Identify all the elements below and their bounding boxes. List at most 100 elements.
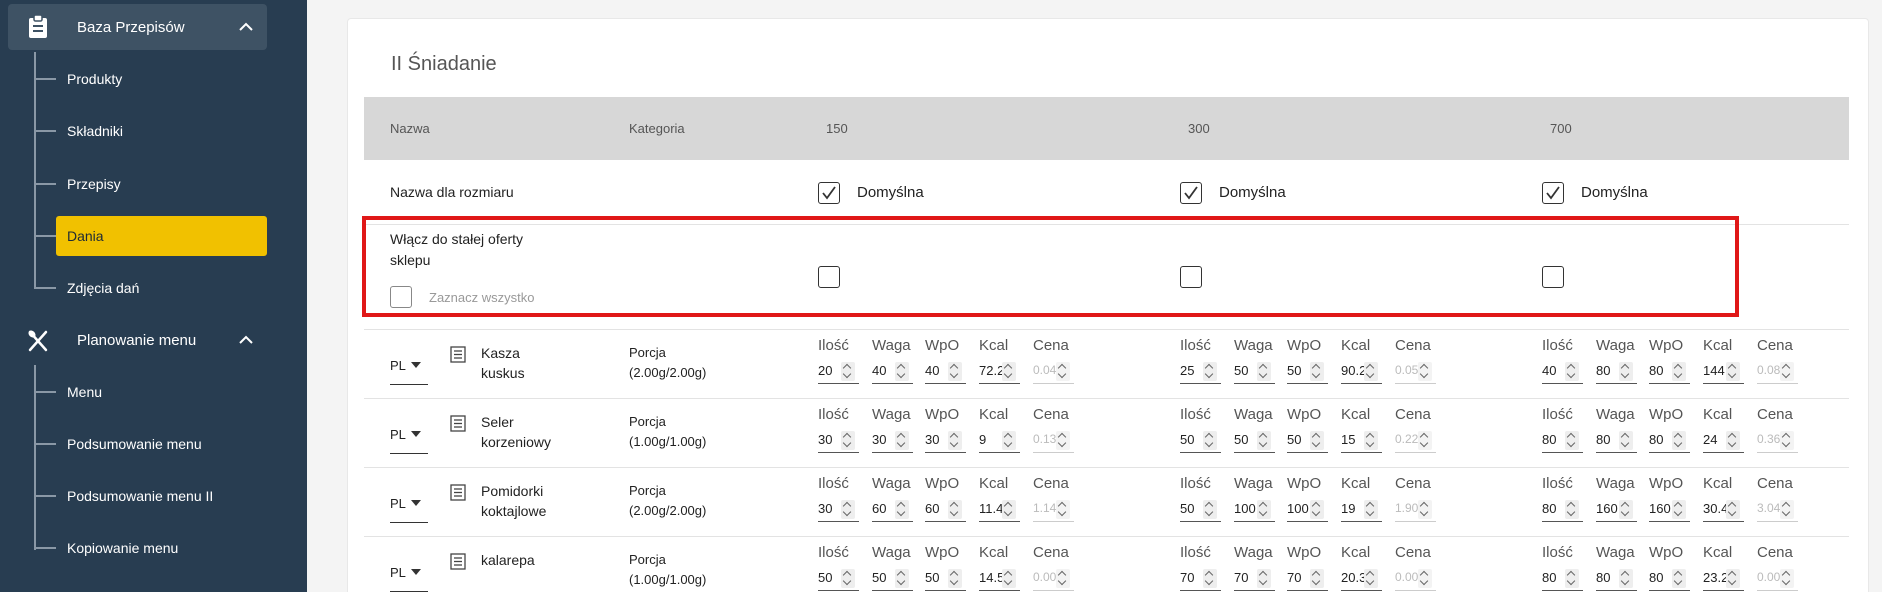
quantity-input[interactable]: 30 (818, 429, 859, 453)
stepper-icon[interactable] (1780, 362, 1794, 381)
stepper-icon[interactable] (1619, 569, 1633, 588)
stepper-icon[interactable] (1619, 362, 1633, 381)
quantity-input[interactable]: 9 (979, 429, 1020, 453)
quantity-input[interactable]: 25 (1180, 360, 1221, 384)
quantity-input[interactable]: 80 (1542, 429, 1583, 453)
quantity-input[interactable]: 70 (1180, 567, 1221, 591)
stepper-icon[interactable] (1726, 362, 1740, 381)
stepper-icon[interactable] (1364, 431, 1378, 450)
quantity-input[interactable]: 40 (872, 360, 913, 384)
stepper-icon[interactable] (1364, 569, 1378, 588)
stepper-icon[interactable] (1257, 569, 1271, 588)
stepper-icon[interactable] (1002, 431, 1016, 450)
stepper-icon[interactable] (1310, 431, 1324, 450)
recipe-list-icon[interactable] (450, 484, 466, 501)
stepper-icon[interactable] (1672, 569, 1686, 588)
stepper-icon[interactable] (1002, 362, 1016, 381)
stepper-icon[interactable] (1418, 431, 1432, 450)
quantity-input[interactable]: 40 (925, 360, 966, 384)
quantity-input[interactable]: 160 (1649, 498, 1690, 522)
stepper-icon[interactable] (1257, 500, 1271, 519)
quantity-input[interactable]: 100 (1234, 498, 1275, 522)
stepper-icon[interactable] (895, 569, 909, 588)
lang-select[interactable]: PL (390, 358, 406, 373)
stepper-icon[interactable] (1310, 500, 1324, 519)
price-input[interactable]: 0.00 (1757, 567, 1798, 591)
stepper-icon[interactable] (1418, 569, 1432, 588)
quantity-input[interactable]: 30 (925, 429, 966, 453)
sidebar-section-menu-planning[interactable]: Planowanie menu (8, 317, 267, 363)
stepper-icon[interactable] (1203, 569, 1217, 588)
sidebar-item-dania[interactable]: Dania (34, 216, 294, 256)
stepper-icon[interactable] (841, 500, 855, 519)
stepper-icon[interactable] (895, 362, 909, 381)
quantity-input[interactable]: 20.3 (1341, 567, 1382, 591)
quantity-input[interactable]: 20 (818, 360, 859, 384)
price-input[interactable]: 0.05 (1395, 360, 1436, 384)
price-input[interactable]: 0.00 (1033, 567, 1074, 591)
stepper-icon[interactable] (1257, 362, 1271, 381)
stepper-icon[interactable] (1056, 362, 1070, 381)
stepper-icon[interactable] (948, 362, 962, 381)
quantity-input[interactable]: 80 (1649, 360, 1690, 384)
quantity-input[interactable]: 50 (1234, 429, 1275, 453)
quantity-input[interactable]: 70 (1287, 567, 1328, 591)
recipe-list-icon[interactable] (450, 553, 466, 570)
stepper-icon[interactable] (1672, 362, 1686, 381)
stepper-icon[interactable] (1364, 362, 1378, 381)
stepper-icon[interactable] (1203, 362, 1217, 381)
stepper-icon[interactable] (1780, 431, 1794, 450)
stepper-icon[interactable] (1418, 500, 1432, 519)
quantity-input[interactable]: 100 (1287, 498, 1328, 522)
stepper-icon[interactable] (948, 569, 962, 588)
price-input[interactable]: 0.13 (1033, 429, 1074, 453)
stepper-icon[interactable] (1310, 362, 1324, 381)
quantity-input[interactable]: 50 (1287, 429, 1328, 453)
stepper-icon[interactable] (1780, 500, 1794, 519)
stepper-icon[interactable] (1002, 500, 1016, 519)
stepper-icon[interactable] (1726, 431, 1740, 450)
stepper-icon[interactable] (1565, 431, 1579, 450)
sidebar-item-menu[interactable]: Menu (34, 372, 102, 412)
quantity-input[interactable]: 80 (1542, 567, 1583, 591)
quantity-input[interactable]: 23.2 (1703, 567, 1744, 591)
stepper-icon[interactable] (1364, 500, 1378, 519)
stepper-icon[interactable] (1726, 569, 1740, 588)
quantity-input[interactable]: 80 (1596, 567, 1637, 591)
sidebar-item-podsumowanie-menu-ii[interactable]: Podsumowanie menu II (34, 476, 213, 516)
quantity-input[interactable]: 50 (1180, 498, 1221, 522)
quantity-input[interactable]: 80 (1542, 498, 1583, 522)
quantity-input[interactable]: 80 (1596, 429, 1637, 453)
price-input[interactable]: 3.04 (1757, 498, 1798, 522)
quantity-input[interactable]: 30.4 (1703, 498, 1744, 522)
quantity-input[interactable]: 80 (1649, 567, 1690, 591)
lang-select[interactable]: PL (390, 565, 406, 580)
stepper-icon[interactable] (1672, 500, 1686, 519)
stepper-icon[interactable] (895, 500, 909, 519)
quantity-input[interactable]: 50 (925, 567, 966, 591)
quantity-input[interactable]: 144 (1703, 360, 1744, 384)
quantity-input[interactable]: 50 (1180, 429, 1221, 453)
quantity-input[interactable]: 160 (1596, 498, 1637, 522)
sidebar-item-zdjecia-dan[interactable]: Zdjęcia dań (34, 268, 139, 308)
default-checkbox-700[interactable] (1542, 182, 1564, 204)
stepper-icon[interactable] (1565, 362, 1579, 381)
stepper-icon[interactable] (1672, 431, 1686, 450)
quantity-input[interactable]: 90.2 (1341, 360, 1382, 384)
stepper-icon[interactable] (1418, 362, 1432, 381)
sidebar-item-produkty[interactable]: Produkty (34, 59, 122, 99)
stepper-icon[interactable] (1056, 431, 1070, 450)
stepper-icon[interactable] (1002, 569, 1016, 588)
lang-select[interactable]: PL (390, 427, 406, 442)
price-input[interactable]: 0.08 (1757, 360, 1798, 384)
stepper-icon[interactable] (1726, 500, 1740, 519)
stepper-icon[interactable] (1565, 500, 1579, 519)
stepper-icon[interactable] (1203, 500, 1217, 519)
stepper-icon[interactable] (948, 500, 962, 519)
quantity-input[interactable]: 70 (1234, 567, 1275, 591)
quantity-input[interactable]: 50 (818, 567, 859, 591)
quantity-input[interactable]: 80 (1596, 360, 1637, 384)
stepper-icon[interactable] (1619, 500, 1633, 519)
quantity-input[interactable]: 80 (1649, 429, 1690, 453)
price-input[interactable]: 1.14 (1033, 498, 1074, 522)
